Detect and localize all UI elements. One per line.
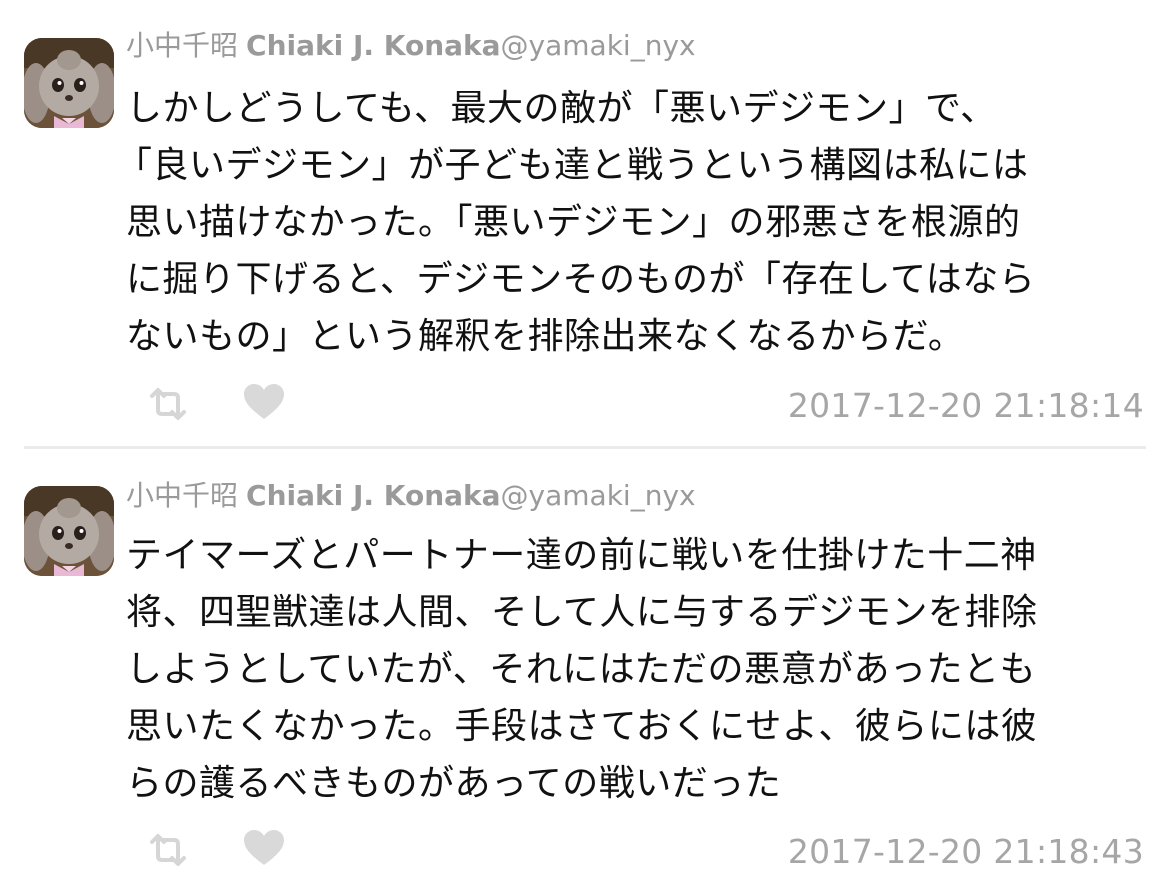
heart-icon [244, 830, 284, 865]
tweet-text-line: しかしどうしても、最大の敵が「悪いデジモン」で、 [126, 88, 997, 129]
retweet-button[interactable] [146, 832, 190, 868]
tweet-timestamp: 2017-12-20 21:18:14 [787, 386, 1144, 425]
heart-icon [244, 384, 284, 419]
author-en-name: Chiaki J. Konaka [246, 479, 501, 512]
author-jp-name: 小中千昭 [126, 479, 239, 512]
tweet-text-line: 思いたくなかった。手段はさておくにせよ、彼らには彼 [126, 706, 1038, 747]
tweet-text-line: テイマーズとパートナー達の前に戦いを仕掛けた十二神 [126, 535, 1037, 576]
like-button[interactable] [242, 383, 286, 419]
avatar-image [24, 486, 114, 576]
tweet-divider [24, 446, 1146, 449]
tweet-item[interactable]: 小中千昭 Chiaki J. Konaka@yamaki_nyx テイマーズとパー… [0, 450, 1170, 876]
avatar[interactable] [24, 486, 114, 576]
retweet-icon [150, 388, 186, 420]
tweet-text-line: に掘り下げると、デジモンそのものが「存在してはなら [126, 259, 1036, 300]
tweet-text-line: 将、四聖獣達は人間、そして人に与するデジモンを排除 [126, 592, 1038, 633]
author-handle: @yamaki_nyx [500, 479, 696, 512]
tweet-author[interactable]: 小中千昭 Chiaki J. Konaka@yamaki_nyx [126, 28, 696, 64]
author-en-name: Chiaki J. Konaka [246, 29, 501, 62]
avatar-image [24, 38, 114, 128]
tweet-text-line: 「良いデジモン」が子ども達と戦うという構図は私には [116, 145, 1029, 186]
retweet-button[interactable] [146, 386, 190, 422]
tweet-text-line: 思い描けなかった。「悪いデジモン」の邪悪さを根源的 [126, 202, 1021, 243]
tweet-timestamp: 2017-12-20 21:18:43 [787, 832, 1144, 871]
tweet-text: テイマーズとパートナー達の前に戦いを仕掛けた十二神 将、四聖獣達は人間、そして人… [126, 527, 1116, 812]
author-handle: @yamaki_nyx [500, 29, 696, 62]
tweet-text-line: らの護るべきものがあっての戦いだった [126, 763, 782, 804]
tweet-text: しかしどうしても、最大の敵が「悪いデジモン」で、 「良いデジモン」が子ども達と戦… [116, 80, 1116, 365]
like-button[interactable] [242, 829, 286, 865]
avatar[interactable] [24, 38, 114, 128]
tweet-item[interactable]: 小中千昭 Chiaki J. Konaka@yamaki_nyx しかしどうしても… [0, 0, 1170, 446]
author-jp-name: 小中千昭 [126, 29, 239, 62]
tweet-text-line: しようとしていたが、それにはただの悪意があったとも [126, 649, 1036, 690]
retweet-icon [150, 834, 186, 866]
tweet-text-line: ないもの」という解釈を排除出来なくなるからだ。 [126, 316, 965, 357]
tweet-author[interactable]: 小中千昭 Chiaki J. Konaka@yamaki_nyx [126, 478, 696, 514]
